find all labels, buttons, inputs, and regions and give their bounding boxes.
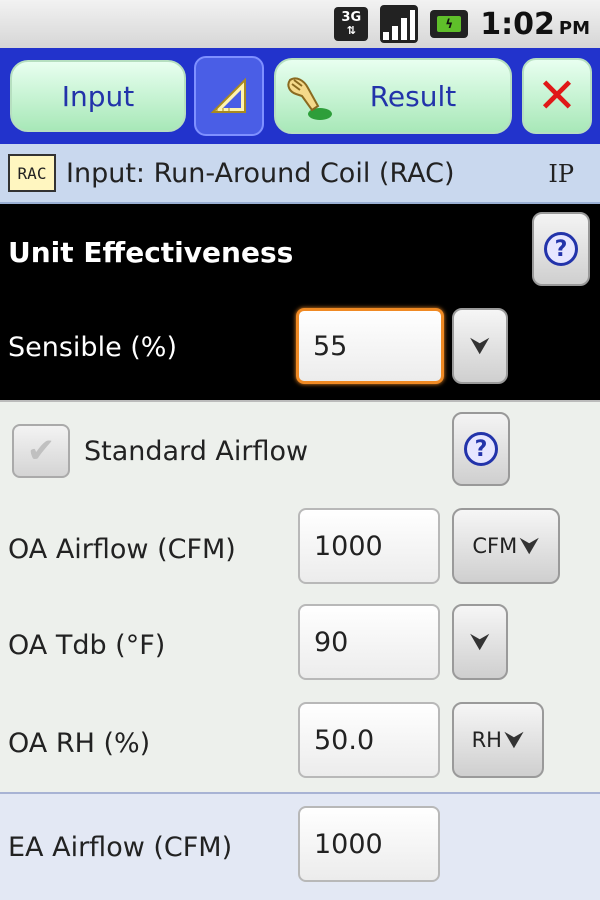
- close-icon: ✕: [536, 68, 578, 124]
- input-tab-label: Input: [61, 79, 135, 113]
- ea-airflow-label: EA Airflow (CFM): [8, 832, 233, 863]
- exhaust-air-section: EA Airflow (CFM) 1000: [0, 792, 600, 900]
- chevron-down-icon: ⮟: [519, 532, 540, 560]
- oa-rh-value: 50.0: [314, 724, 375, 756]
- oa-airflow-label: OA Airflow (CFM): [8, 534, 236, 565]
- chevron-down-icon: ⮟: [469, 628, 491, 656]
- status-bar: 3G ⇅ ϟ 1:02 PM: [0, 0, 600, 48]
- close-button[interactable]: ✕: [522, 58, 592, 134]
- help-icon: ?: [544, 232, 578, 266]
- ea-airflow-input[interactable]: 1000: [298, 806, 440, 882]
- unit-system-label: IP: [548, 160, 574, 188]
- oa-rh-input[interactable]: 50.0: [298, 702, 440, 778]
- result-tab-button[interactable]: Result: [274, 58, 512, 134]
- data-arrows-icon: ⇅: [346, 24, 356, 37]
- effectiveness-help-button[interactable]: ?: [532, 212, 590, 286]
- oa-tdb-value: 90: [314, 626, 349, 658]
- network-type-text: 3G: [341, 10, 362, 25]
- battery-charging-icon: ϟ: [437, 16, 462, 32]
- standard-airflow-label: Standard Airflow: [84, 436, 309, 467]
- oa-rh-unit-label: RH: [471, 728, 502, 752]
- page-title: Input: Run-Around Coil (RAC): [66, 157, 455, 189]
- result-tab-label: Result: [369, 79, 457, 113]
- airflow-section: ✔ Standard Airflow ? OA Airflow (CFM) 10…: [0, 400, 600, 792]
- oa-airflow-value: 1000: [314, 530, 383, 562]
- sensible-dropdown-button[interactable]: ⮟: [452, 308, 508, 384]
- clock-time: 1:02: [480, 6, 555, 42]
- ea-airflow-value: 1000: [314, 828, 383, 860]
- oa-tdb-dropdown-button[interactable]: ⮟: [452, 604, 508, 680]
- standard-airflow-checkbox[interactable]: ✔: [12, 424, 70, 478]
- section-title: Unit Effectiveness: [8, 236, 294, 269]
- battery-icon: ϟ: [430, 10, 469, 38]
- network-3g-icon: 3G ⇅: [334, 7, 369, 41]
- screen-header: RAC Input: Run-Around Coil (RAC) IP: [0, 144, 600, 204]
- oa-rh-label: OA RH (%): [8, 728, 151, 759]
- help-icon: ?: [464, 432, 498, 466]
- oa-airflow-unit-dropdown[interactable]: CFM ⮟: [452, 508, 560, 584]
- ruler-triangle-icon: [210, 77, 246, 113]
- oa-airflow-input[interactable]: 1000: [298, 508, 440, 584]
- unit-effectiveness-section: Unit Effectiveness ? Sensible (%) 55 ⮟: [0, 204, 600, 400]
- rac-badge-icon: RAC: [8, 154, 56, 192]
- chevron-down-icon: ⮟: [503, 726, 525, 754]
- airflow-help-button[interactable]: ?: [452, 412, 510, 486]
- check-icon: ✔: [26, 431, 56, 471]
- sensible-label: Sensible (%): [8, 332, 177, 363]
- pointing-hand-icon: [287, 77, 332, 120]
- input-tab-button[interactable]: Input: [10, 60, 186, 132]
- chevron-down-icon: ⮟: [469, 332, 491, 360]
- sensible-value: 55: [313, 330, 348, 362]
- sensible-input[interactable]: 55: [296, 308, 444, 384]
- rac-badge-text: RAC: [17, 163, 47, 183]
- clock-ampm: PM: [558, 17, 590, 39]
- signal-strength-icon: [380, 5, 419, 43]
- ruler-button[interactable]: [194, 56, 264, 136]
- oa-airflow-unit-label: CFM: [472, 534, 518, 558]
- oa-tdb-input[interactable]: 90: [298, 604, 440, 680]
- clock: 1:02 PM: [480, 7, 590, 42]
- oa-tdb-label: OA Tdb (°F): [8, 630, 166, 661]
- oa-rh-unit-dropdown[interactable]: RH ⮟: [452, 702, 544, 778]
- toolbar: Input Result ✕: [0, 48, 600, 144]
